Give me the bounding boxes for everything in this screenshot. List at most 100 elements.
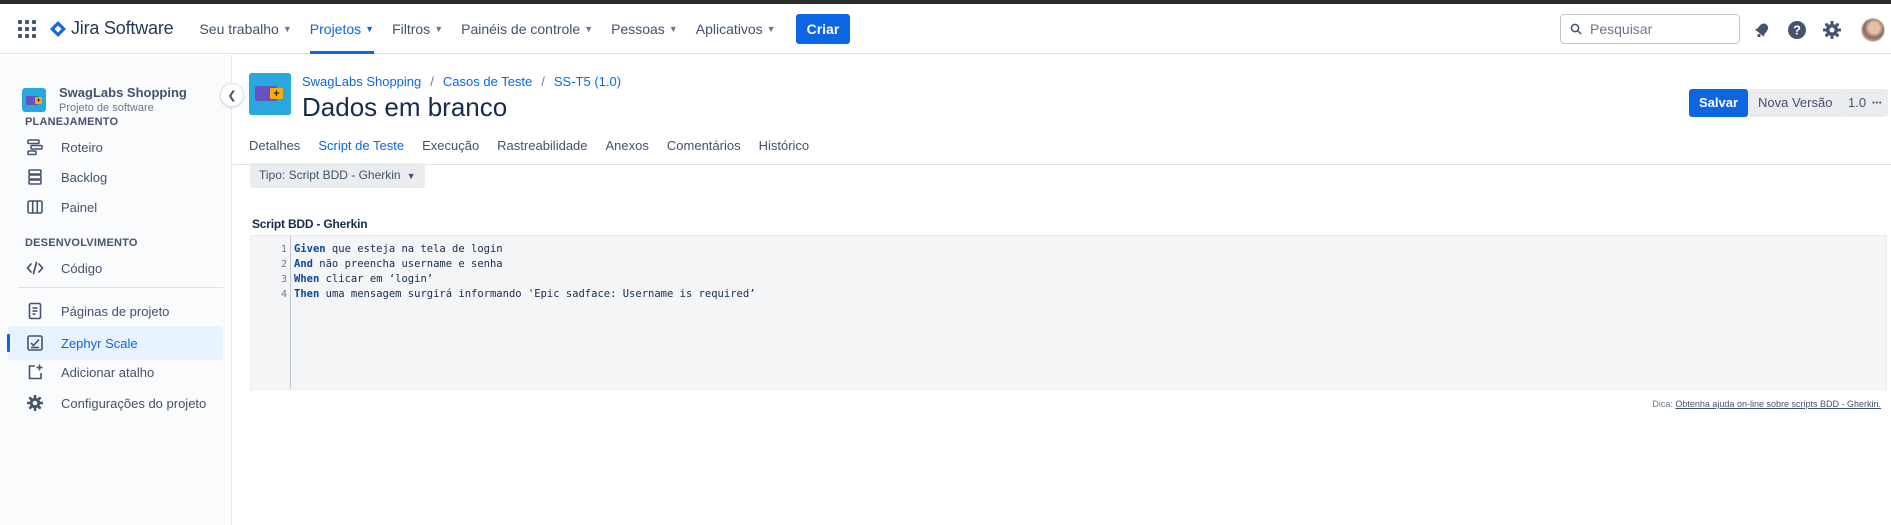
create-button[interactable]: Criar (795, 13, 851, 44)
project-header[interactable]: + SwagLabs Shopping Projeto de software (22, 85, 187, 114)
sidebar-item-label: Configurações do projeto (61, 395, 207, 411)
more-icon: ··· (1871, 95, 1883, 110)
chevron-down-icon: ▼ (668, 23, 678, 34)
chevron-down-icon: ▼ (406, 171, 416, 181)
tab-historico[interactable]: Histórico (759, 135, 810, 165)
search-placeholder: Pesquisar (1590, 21, 1653, 37)
code-text: não preencha username e senha (312, 258, 503, 270)
tab-comentarios[interactable]: Comentários (667, 135, 741, 165)
tab-execucao[interactable]: Execução (422, 135, 479, 165)
sidebar-item-roteiro[interactable]: Roteiro (8, 130, 223, 164)
code-line: And não preencha username e senha (294, 258, 503, 270)
section-title-desenvolvimento: DESENVOLVIMENTO (25, 237, 138, 249)
breadcrumb-project[interactable]: SwagLabs Shopping (302, 74, 421, 89)
sidebar-item-codigo[interactable]: Código (8, 251, 223, 285)
svg-text:+: + (36, 97, 40, 104)
tab-bar: Detalhes Script de Teste Execução Rastre… (249, 135, 827, 165)
sidebar-item-backlog[interactable]: Backlog (8, 160, 223, 194)
breadcrumb-test-cases[interactable]: Casos de Teste (443, 74, 532, 89)
sidebar-item-label: Backlog (61, 169, 108, 185)
add-shortcut-icon (25, 362, 45, 382)
page-icon (25, 301, 45, 321)
tab-rastreabilidade[interactable]: Rastreabilidade (497, 135, 587, 165)
breadcrumb-test-key[interactable]: SS-T5 (1.0) (554, 74, 621, 89)
hint-prefix: Dica: (1652, 399, 1673, 409)
nav-item-label: Aplicativos (695, 20, 763, 37)
nav-item-projetos[interactable]: Projetos ▼ (309, 4, 375, 54)
search-input[interactable]: Pesquisar (1560, 14, 1740, 44)
line-number: 3 (280, 274, 287, 285)
line-number-gutter: 1 2 3 4 (251, 236, 291, 389)
nav-item-label: Seu trabalho (199, 20, 279, 37)
nav-item-label: Painéis de controle (461, 20, 581, 37)
jira-logo[interactable]: Jira Software (50, 18, 174, 39)
breadcrumb-separator: / (541, 74, 545, 89)
chevron-down-icon: ▼ (282, 23, 292, 34)
sidebar-item-adicionar-atalho[interactable]: Adicionar atalho (8, 355, 223, 389)
svg-text:+: + (273, 88, 279, 100)
bell-icon[interactable] (1752, 20, 1772, 40)
new-version-button[interactable]: Nova Versão (1748, 89, 1843, 117)
code-text: que esteja na tela de login (325, 243, 503, 255)
gherkin-keyword: Given (294, 243, 326, 255)
chevron-down-icon: ▼ (365, 23, 375, 34)
zephyr-icon (25, 333, 45, 353)
nav-item-label: Pessoas (611, 20, 665, 37)
code-line: Then uma mensagem surgirá informando 'Ep… (294, 288, 755, 300)
chevron-down-icon: ▼ (434, 23, 444, 34)
main-content: + SwagLabs Shopping / Casos de Teste / S… (233, 55, 1891, 525)
tabs-divider (233, 164, 1891, 165)
sidebar-item-configuracoes[interactable]: Configurações do projeto (8, 386, 223, 420)
version-dropdown[interactable]: 1.0 ··· (1840, 89, 1888, 117)
avatar[interactable] (1861, 18, 1885, 42)
help-icon[interactable]: ? (1787, 20, 1807, 40)
nav-item-label: Filtros (392, 20, 431, 37)
breadcrumb: SwagLabs Shopping / Casos de Teste / SS-… (302, 74, 621, 89)
nav-item-pessoas[interactable]: Pessoas ▼ (611, 4, 678, 54)
code-editor[interactable]: 1 2 3 4 Given que esteja na tela de logi… (250, 235, 1887, 390)
gherkin-keyword: And (294, 258, 313, 270)
chevron-down-icon: ▼ (584, 23, 594, 34)
sidebar-item-label: Painel (61, 199, 98, 215)
tab-anexos[interactable]: Anexos (606, 135, 649, 165)
nav-item-seu-trabalho[interactable]: Seu trabalho ▼ (199, 4, 291, 54)
apps-icon[interactable] (18, 19, 36, 38)
version-label: 1.0 (1848, 95, 1867, 110)
help-hint: Dica: Obtenha ajuda on-line sobre script… (1652, 399, 1881, 409)
script-type-dropdown[interactable]: Tipo: Script BDD - Gherkin ▼ (250, 163, 425, 188)
backlog-icon (25, 167, 45, 187)
code-line: When clicar em ‘login’ (294, 273, 433, 285)
tab-script-de-teste[interactable]: Script de Teste (318, 135, 404, 165)
code-text: uma mensagem surgirá informando 'Epic sa… (319, 288, 756, 300)
line-number: 4 (280, 289, 287, 300)
sidebar-item-label: Roteiro (61, 139, 103, 155)
nav-item-paineis[interactable]: Painéis de controle ▼ (461, 4, 593, 54)
code-text: clicar em ‘login’ (319, 273, 434, 285)
gherkin-keyword: Then (294, 288, 320, 300)
gear-icon (25, 393, 45, 413)
page-title: Dados em branco (302, 92, 508, 122)
script-section-title: Script BDD - Gherkin (252, 217, 368, 231)
search-icon (1570, 23, 1582, 35)
script-type-label: Tipo: Script BDD - Gherkin (259, 168, 401, 182)
project-name: SwagLabs Shopping (59, 85, 187, 100)
tab-detalhes[interactable]: Detalhes (249, 135, 300, 165)
project-icon: + (22, 87, 46, 112)
line-number: 1 (280, 244, 287, 255)
top-navigation: Jira Software Seu trabalho ▼ Projetos ▼ Fi… (0, 4, 1891, 54)
sidebar-item-paginas[interactable]: Páginas de projeto (8, 294, 223, 328)
test-case-icon: + (249, 73, 291, 115)
sidebar-item-label: Zephyr Scale (61, 335, 138, 351)
sidebar: + SwagLabs Shopping Projeto de software … (0, 55, 244, 525)
roadmap-icon (25, 137, 45, 157)
nav-item-aplicativos[interactable]: Aplicativos ▼ (696, 4, 776, 54)
hint-help-link[interactable]: Obtenha ajuda on-line sobre scripts BDD … (1675, 399, 1881, 409)
code-line: Given que esteja na tela de login (294, 243, 503, 255)
nav-item-filtros[interactable]: Filtros ▼ (392, 4, 443, 54)
sidebar-item-painel[interactable]: Painel (8, 190, 223, 224)
svg-text:?: ? (1793, 23, 1801, 38)
save-button[interactable]: Salvar (1689, 89, 1749, 117)
settings-icon[interactable] (1822, 20, 1842, 40)
product-name: Jira Software (71, 18, 174, 38)
gherkin-keyword: When (294, 273, 320, 285)
